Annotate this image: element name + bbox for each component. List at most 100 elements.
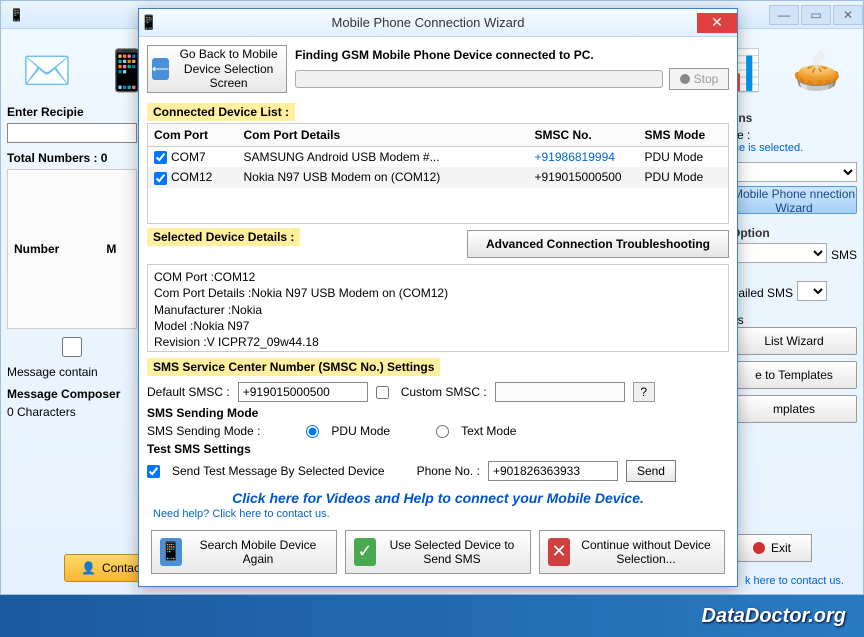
pdu-radio[interactable] bbox=[306, 425, 319, 438]
person-icon: 👤 bbox=[81, 561, 96, 575]
msg-contain-checkbox[interactable] bbox=[7, 337, 137, 357]
stop-icon bbox=[680, 74, 690, 84]
col-number: Number bbox=[8, 170, 101, 329]
stop-label: Stop bbox=[694, 72, 719, 86]
custom-smsc-label: Custom SMSC : bbox=[401, 385, 487, 399]
numbers-table: NumberM bbox=[7, 169, 137, 329]
detail-line: COM Port :COM12 bbox=[154, 269, 722, 285]
sms-option-combo[interactable] bbox=[731, 243, 827, 263]
recipients-label: Enter Recipie bbox=[7, 105, 137, 119]
col-details: Com Port Details bbox=[238, 124, 529, 147]
finding-label: Finding GSM Mobile Phone Device connecte… bbox=[295, 48, 729, 62]
row2-mode: PDU Mode bbox=[639, 167, 729, 187]
footer-logo: DataDoctor.org bbox=[702, 605, 846, 628]
connection-wizard-dialog: 📱 Mobile Phone Connection Wizard ✕ ⟵ Go … bbox=[138, 8, 738, 587]
send-test-label: Send Test Message By Selected Device bbox=[172, 464, 385, 478]
connected-header: Connected Device List : bbox=[147, 103, 295, 121]
row2-port: COM12 bbox=[171, 170, 212, 184]
search-device-icon: 📱 bbox=[160, 538, 182, 566]
row1-details: SAMSUNG Android USB Modem #... bbox=[238, 147, 529, 168]
use-device-label: Use Selected Device to Send SMS bbox=[382, 538, 522, 567]
failed-combo[interactable] bbox=[797, 281, 827, 301]
use-device-button[interactable]: ✓Use Selected Device to Send SMS bbox=[345, 530, 531, 574]
smsc-header: SMS Service Center Number (SMSC No.) Set… bbox=[147, 358, 440, 376]
back-arrow-icon: ⟵ bbox=[152, 58, 169, 80]
bg-close-icon[interactable]: ✕ bbox=[833, 5, 863, 25]
test-sms-header: Test SMS Settings bbox=[147, 442, 729, 456]
templates-button[interactable]: mplates bbox=[731, 395, 857, 423]
custom-smsc-checkbox[interactable] bbox=[376, 386, 389, 399]
default-smsc-input[interactable] bbox=[238, 382, 368, 402]
send-button[interactable]: Send bbox=[626, 460, 676, 482]
msg-contain-label: Message contain bbox=[7, 365, 98, 379]
detail-line: Revision :V ICPR72_09w44.18 bbox=[154, 334, 722, 350]
composer-label: Message Composer bbox=[7, 387, 137, 401]
sending-mode-label: SMS Sending Mode : bbox=[147, 424, 260, 438]
option-label: Option bbox=[731, 226, 857, 240]
exit-icon bbox=[753, 542, 765, 554]
device-combo[interactable] bbox=[731, 162, 857, 182]
detail-line: Model :Nokia N97 bbox=[154, 318, 722, 334]
save-templates-button[interactable]: e to Templates bbox=[731, 361, 857, 389]
help-icon[interactable]: ? bbox=[633, 382, 655, 402]
help-videos-link[interactable]: Click here for Videos and Help to connec… bbox=[147, 490, 729, 506]
table-row[interactable]: COM7 SAMSUNG Android USB Modem #... +919… bbox=[148, 147, 729, 168]
right-section-label: ons bbox=[731, 111, 857, 125]
footer-bar: DataDoctor.org bbox=[0, 595, 864, 637]
need-help-link[interactable]: Need help? Click here to contact us. bbox=[147, 508, 729, 520]
row2-smsc: +919015000500 bbox=[529, 167, 639, 187]
table-row[interactable]: COM12 Nokia N97 USB Modem on (COM12) +91… bbox=[148, 167, 729, 187]
sms-text: SMS bbox=[831, 248, 857, 262]
device-label: ce : bbox=[731, 128, 857, 142]
phone-input[interactable] bbox=[488, 461, 618, 481]
pdu-label: PDU Mode bbox=[331, 424, 390, 438]
continue-without-button[interactable]: ✕Continue without Device Selection... bbox=[539, 530, 725, 574]
recipients-input[interactable] bbox=[7, 123, 137, 143]
envelope-icon: ✉️ bbox=[17, 45, 77, 95]
stop-button[interactable]: Stop bbox=[669, 68, 729, 90]
row1-smsc: +91986819994 bbox=[529, 147, 639, 168]
search-again-label: Search Mobile Device Again bbox=[188, 538, 328, 567]
exit-button[interactable]: Exit bbox=[732, 534, 812, 562]
search-again-button[interactable]: 📱Search Mobile Device Again bbox=[151, 530, 337, 574]
contact-label: Contac bbox=[102, 561, 140, 575]
detail-line: Manufacturer :Nokia bbox=[154, 302, 722, 318]
mobile-wizard-button[interactable]: Mobile Phone nnection Wizard bbox=[731, 186, 857, 214]
advanced-troubleshooting-button[interactable]: Advanced Connection Troubleshooting bbox=[467, 230, 729, 258]
device-details-box: COM Port :COM12 Com Port Details :Nokia … bbox=[147, 264, 729, 352]
text-radio[interactable] bbox=[436, 425, 449, 438]
failed-label: Failed SMS bbox=[731, 286, 793, 300]
check-device-icon: ✓ bbox=[354, 538, 376, 566]
minimize-icon[interactable]: — bbox=[769, 5, 799, 25]
total-numbers: Total Numbers : 0 bbox=[7, 151, 137, 165]
sending-mode-header: SMS Sending Mode bbox=[147, 406, 729, 420]
progress-bar bbox=[295, 70, 663, 88]
col-smsc: SMSC No. bbox=[529, 124, 639, 147]
exit-label: Exit bbox=[771, 541, 791, 555]
send-test-checkbox[interactable] bbox=[147, 465, 160, 478]
device-selected-text: ice is selected. bbox=[731, 142, 857, 154]
default-smsc-label: Default SMSC : bbox=[147, 385, 230, 399]
modal-title: Mobile Phone Connection Wizard bbox=[159, 15, 697, 30]
wizard-icon: 📱 bbox=[139, 14, 159, 31]
row2-checkbox[interactable] bbox=[154, 172, 167, 185]
maximize-icon[interactable]: ▭ bbox=[801, 5, 831, 25]
app-icon: 📱 bbox=[9, 8, 24, 22]
help-contact-link[interactable]: k here to contact us. bbox=[745, 575, 844, 587]
custom-smsc-input[interactable] bbox=[495, 382, 625, 402]
device-table: Com Port Com Port Details SMSC No. SMS M… bbox=[147, 123, 729, 224]
go-back-button[interactable]: ⟵ Go Back to Mobile Device Selection Scr… bbox=[147, 45, 287, 93]
skip-device-icon: ✕ bbox=[548, 538, 570, 566]
continue-without-label: Continue without Device Selection... bbox=[576, 538, 716, 567]
pie-chart-icon: 🥧 bbox=[787, 45, 847, 95]
row1-checkbox[interactable] bbox=[154, 151, 167, 164]
text-label: Text Mode bbox=[461, 424, 516, 438]
phone-label: Phone No. : bbox=[417, 464, 480, 478]
list-wizard-button[interactable]: List Wizard bbox=[731, 327, 857, 355]
row1-mode: PDU Mode bbox=[639, 147, 729, 168]
col-mode: SMS Mode bbox=[639, 124, 729, 147]
es-label: es bbox=[731, 313, 857, 327]
go-back-label: Go Back to Mobile Device Selection Scree… bbox=[175, 47, 282, 90]
close-icon[interactable]: ✕ bbox=[697, 13, 737, 33]
col-m: M bbox=[100, 170, 136, 329]
